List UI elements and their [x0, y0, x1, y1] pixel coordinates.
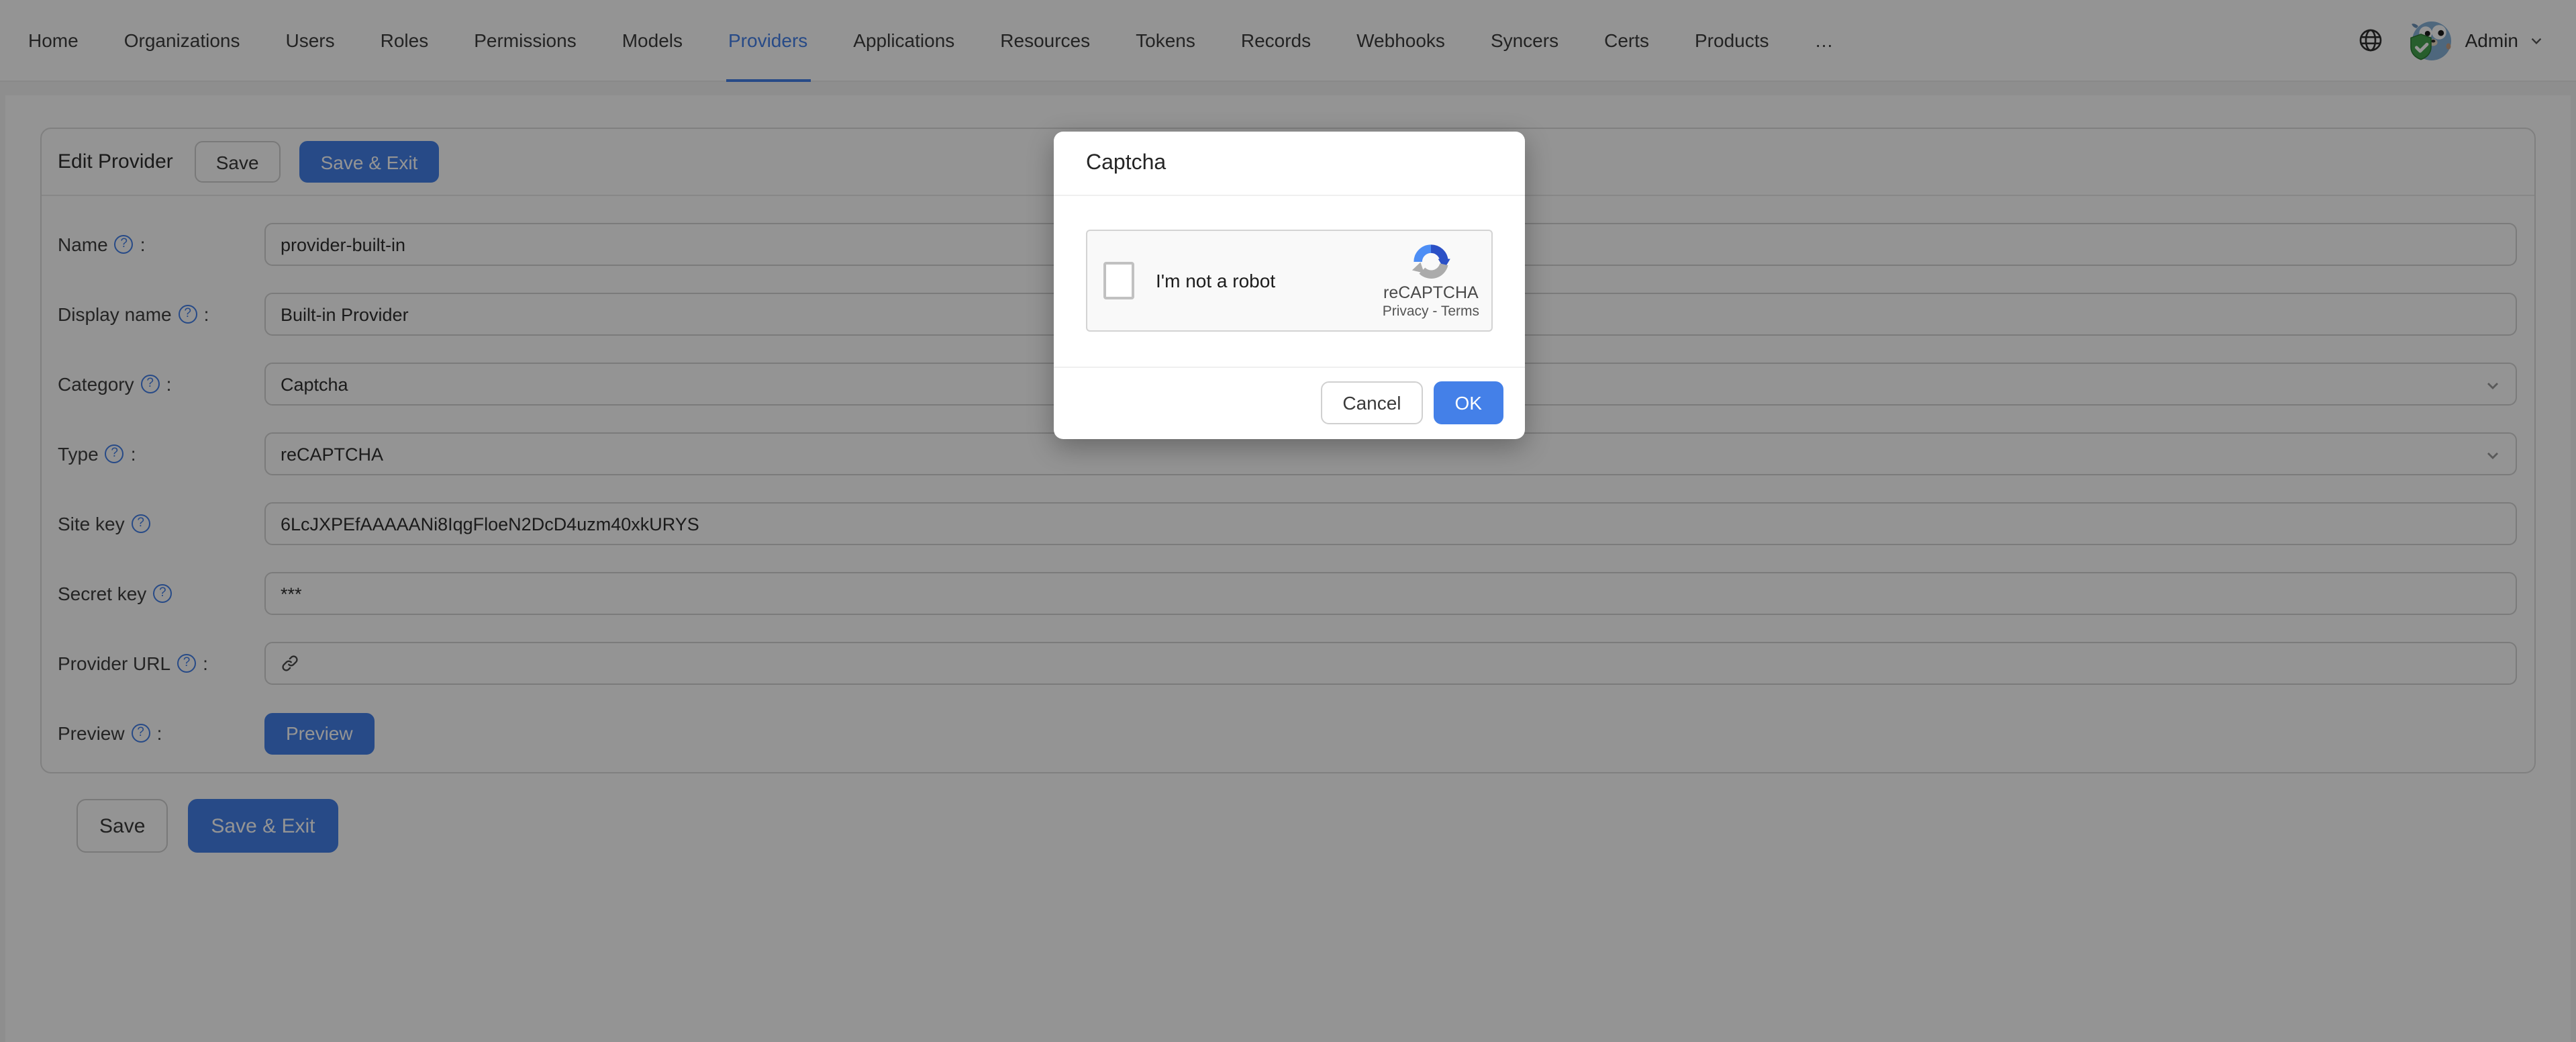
- cancel-button[interactable]: Cancel: [1321, 381, 1422, 424]
- recaptcha-brand: reCAPTCHA Privacy - Terms: [1383, 242, 1479, 320]
- recaptcha-brand-name: reCAPTCHA: [1383, 284, 1479, 303]
- modal-header: Captcha: [1054, 132, 1525, 196]
- recaptcha-checkbox[interactable]: [1103, 262, 1134, 299]
- recaptcha-privacy-terms-links[interactable]: Privacy - Terms: [1383, 303, 1479, 319]
- recaptcha-widget: I'm not a robot reCAPTCHA Privacy - Term…: [1086, 230, 1493, 332]
- modal-footer: Cancel OK: [1054, 367, 1525, 439]
- captcha-modal: Captcha I'm not a robot: [1054, 132, 1525, 439]
- modal-title: Captcha: [1086, 152, 1493, 176]
- recaptcha-logo-icon: [1411, 242, 1451, 283]
- app-viewport: Home Organizations Users Roles Permissio…: [0, 0, 2576, 1042]
- ok-button[interactable]: OK: [1434, 381, 1503, 424]
- modal-body: I'm not a robot reCAPTCHA Privacy - Term…: [1054, 196, 1525, 367]
- recaptcha-label: I'm not a robot: [1156, 270, 1275, 291]
